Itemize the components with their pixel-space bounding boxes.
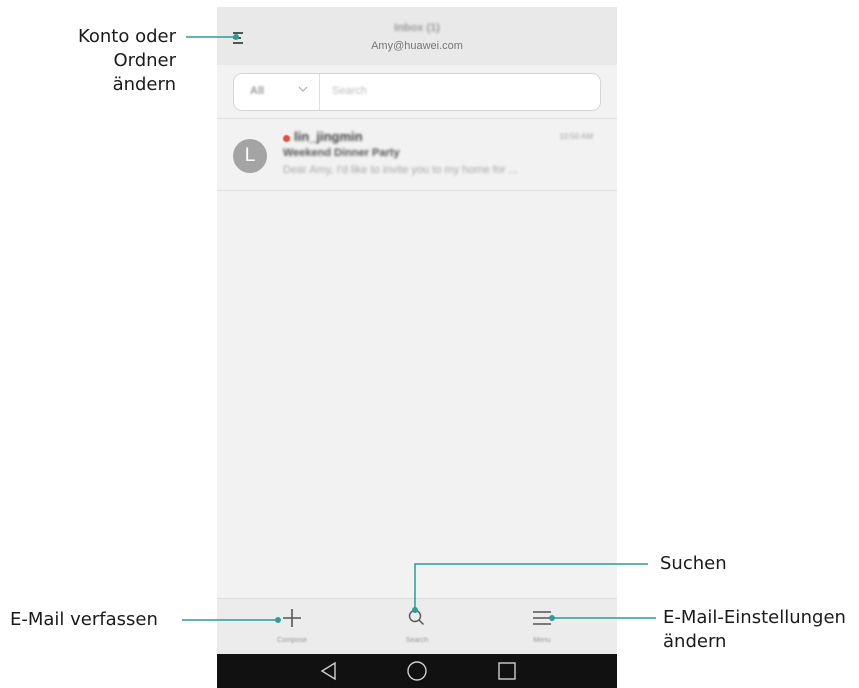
callout-settings-line1: E-Mail-Einstellungen [663, 607, 846, 628]
callout-account-line1: Konto oder [77, 26, 176, 47]
callout-account-line2: Ordner ändern [112, 50, 176, 95]
callout-settings: E-Mail-Einstellungen ändern [663, 606, 846, 654]
callout-change-account: Konto oder Ordner ändern [62, 25, 176, 97]
callout-lines [182, 34, 656, 623]
callout-settings-line2: ändern [663, 631, 727, 652]
callout-compose: E-Mail verfassen [10, 609, 158, 630]
callout-search: Suchen [660, 553, 727, 574]
